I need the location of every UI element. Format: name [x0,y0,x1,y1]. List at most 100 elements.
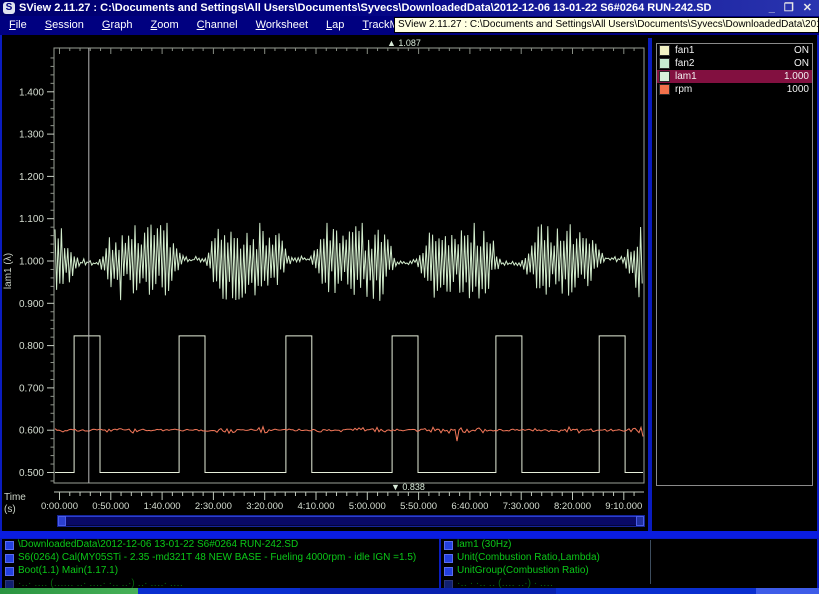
log-bullet-icon [5,554,14,563]
time-tick-label: 9:10.000 [605,501,642,512]
channel-row-rpm[interactable]: rpm1000 [657,83,812,96]
lam1-trace [55,223,642,301]
time-tick-label: 6:40.000 [451,501,488,512]
menu-item-graph[interactable]: Graph [93,17,142,34]
time-tick-label: 1:40.000 [144,501,181,512]
scrollbar-thumb[interactable] [66,516,636,526]
channel-row-fan2[interactable]: fan2ON [657,57,812,70]
window-controls: _ ❐ ✕ [769,1,812,15]
scrollbar-left-handle[interactable] [58,516,66,526]
log-bullet-icon [5,580,14,588]
y-tick-label: 0.600 [19,426,44,437]
channel-name: fan1 [675,45,794,56]
y-tick-label: 0.900 [19,299,44,310]
window-title: SView 2.11.27 : C:\Documents and Setting… [19,2,761,14]
y-axis-label: lam1 (λ) [3,253,14,289]
status-right-panel: lam1 (30Hz) Unit(Combustion Ratio,Lambda)… [441,538,817,588]
status-line: Unit(Combustion Ratio,Lambda) [441,552,817,565]
title-bar: S SView 2.11.27 : C:\Documents and Setti… [0,0,819,16]
taskbar-button-sliver[interactable] [300,588,556,594]
menu-item-zoom[interactable]: Zoom [141,17,187,34]
system-tray-sliver [756,588,819,594]
sview-window: S SView 2.11.27 : C:\Documents and Setti… [0,0,819,594]
chart-panel: 1.4001.3001.2001.1001.0000.9000.8000.700… [2,38,647,530]
time-tick-label: 4:10.000 [298,501,335,512]
time-tick-label: 0:00.000 [41,501,78,512]
status-line: lam1 (30Hz) [441,539,817,552]
scrollbar-right-handle[interactable] [636,516,644,526]
time-tick-label: 0:50.000 [92,501,129,512]
restore-button[interactable]: ❐ [784,1,794,15]
status-line: UnitGroup(Combustion Ratio) [441,565,817,578]
channel-value: ON [794,58,809,69]
channel-row-fan1[interactable]: fan1ON [657,44,812,57]
channel-panel: fan1ONfan2ONlam11.000rpm1000 [652,38,817,531]
status-left-panel: \DownloadedData\2012-12-06 13-01-22 S6#0… [2,538,439,588]
channel-color-swatch [659,71,670,82]
chart-plot[interactable]: 1.4001.3001.2001.1001.0000.9000.8000.700… [2,38,647,530]
log-bullet-icon [5,541,14,550]
log-bullet-icon [444,567,453,576]
status-text: ·‥ · ·‥ ‥ (‥‥ ‥·) · ‥‥ [457,578,553,588]
taskbar-strip [0,588,819,594]
y-tick-label: 0.800 [19,341,44,352]
chart-area: 1.4001.3001.2001.1001.0000.9000.8000.700… [2,38,647,535]
status-text: \DownloadedData\2012-12-06 13-01-22 S6#0… [18,539,298,550]
status-line: \DownloadedData\2012-12-06 13-01-22 S6#0… [2,539,439,552]
channel-name: rpm [675,84,787,95]
start-button-sliver[interactable] [0,588,138,594]
time-tick-label: 8:20.000 [554,501,591,512]
log-bullet-icon [444,554,453,563]
channel-value: 1.000 [784,71,809,82]
y-tick-label: 1.300 [19,130,44,141]
time-tick-label: 7:30.000 [503,501,540,512]
path-tooltip: SView 2.11.27 : C:\Documents and Setting… [394,17,819,33]
rpm-trace [55,427,643,441]
y-tick-label: 1.000 [19,257,44,268]
close-button[interactable]: ✕ [803,1,812,15]
minimize-button[interactable]: _ [769,1,775,15]
status-line: ·‥ · ·‥ ‥ (‥‥ ‥·) · ‥‥ [441,578,817,588]
horizontal-scrollbar[interactable] [57,515,645,527]
window-left-border [0,35,2,588]
time-tick-label: 5:50.000 [400,501,437,512]
menu-item-session[interactable]: Session [36,17,93,34]
status-line: ·‥· ‥‥ (‥‥‥ ‥· ‥‥· ·‥ ‥·) ‥· ‥‥· ‥‥ [2,578,439,588]
menu-item-file[interactable]: File [0,17,36,34]
status-text: S6(0264) Cal(MY05STi - 2.35 -md321T 48 N… [18,552,416,563]
channel-list: fan1ONfan2ONlam11.000rpm1000 [656,43,813,486]
time-tick-label: 5:00.000 [349,501,386,512]
log-bullet-icon [444,541,453,550]
time-tick-label: 2:30.000 [195,501,232,512]
channel-color-swatch [659,84,670,95]
status-divider-line [650,540,651,584]
log-bullet-icon [5,567,14,576]
y-tick-label: 1.100 [19,214,44,225]
time-axis-label: Time [4,492,26,503]
status-text: UnitGroup(Combustion Ratio) [457,565,589,576]
menu-item-channel[interactable]: Channel [188,17,247,34]
time-axis-unit: (s) [4,504,16,515]
menu-item-worksheet[interactable]: Worksheet [247,17,317,34]
status-text: Boot(1.1) Main(1.17.1) [18,565,118,576]
time-tick-label: 3:20.000 [246,501,283,512]
min-value-marker: ▼ 0.838 [391,482,425,492]
app-icon: S [3,2,15,14]
channel-color-swatch [659,58,670,69]
max-value-marker: ▲ 1.087 [387,38,421,48]
separator-band [0,531,819,538]
channel-row-lam1[interactable]: lam11.000 [657,70,812,83]
y-tick-label: 0.700 [19,383,44,394]
y-tick-label: 1.400 [19,87,44,98]
status-text: ·‥· ‥‥ (‥‥‥ ‥· ‥‥· ·‥ ‥·) ‥· ‥‥· ‥‥ [18,578,183,588]
channel-name: fan2 [675,58,794,69]
fan-state-trace [55,336,643,473]
status-text: lam1 (30Hz) [457,539,511,550]
channel-value: 1000 [787,84,809,95]
y-tick-label: 0.500 [19,468,44,479]
menu-item-lap[interactable]: Lap [317,17,353,34]
status-text: Unit(Combustion Ratio,Lambda) [457,552,600,563]
channel-name: lam1 [675,71,784,82]
status-line: Boot(1.1) Main(1.17.1) [2,565,439,578]
channel-color-swatch [659,45,670,56]
